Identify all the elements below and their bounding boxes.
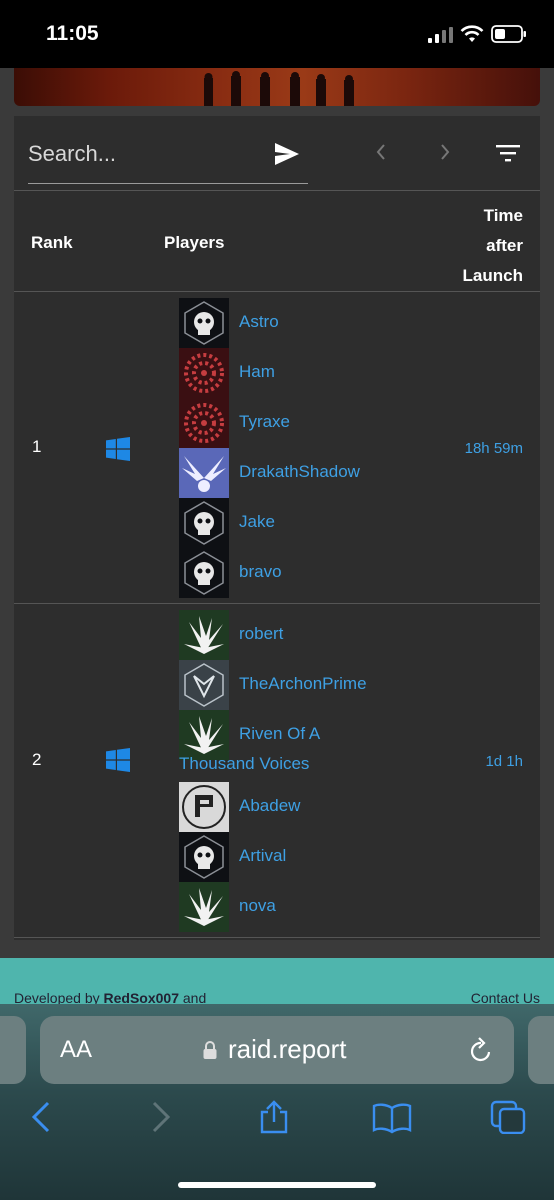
status-time: 11:05 [46, 22, 99, 45]
chevron-left-icon[interactable] [374, 142, 388, 162]
banner-figures [204, 71, 354, 106]
player-name[interactable]: Artival [239, 846, 286, 866]
url-text: raid.report [228, 1034, 347, 1064]
filter-icon[interactable] [496, 144, 520, 162]
player-name-continuation[interactable]: Thousand Voices [179, 754, 309, 774]
raid-banner-image [14, 68, 540, 106]
player-name[interactable]: Jake [239, 512, 275, 532]
lock-icon [203, 1041, 217, 1059]
player-name[interactable]: TheArchonPrime [239, 674, 367, 694]
forward-icon[interactable] [150, 1100, 172, 1134]
signal-icon [428, 27, 453, 43]
player-entry: Abadew [179, 782, 529, 832]
emblem-white-flower-icon [179, 710, 229, 760]
windows-icon [106, 748, 130, 772]
player-name[interactable]: nova [239, 896, 276, 916]
player-name[interactable]: Astro [239, 312, 279, 332]
windows-icon [106, 437, 130, 461]
header-players: Players [164, 233, 225, 252]
header-time-after-launch[interactable]: Time after Launch [443, 201, 523, 291]
back-icon[interactable] [30, 1100, 52, 1134]
player-entry: Ham [179, 348, 529, 398]
header-rank[interactable]: Rank [31, 233, 73, 253]
player-entry: bravo [179, 548, 529, 598]
emblem-skull-icon [179, 548, 229, 598]
search-box [28, 134, 308, 184]
player-entry: Riven Of A [179, 710, 529, 760]
emblem-white-flower-icon [179, 882, 229, 932]
emblem-white-flower-icon [179, 610, 229, 660]
table-header: Rank Players Time after Launch [14, 190, 540, 292]
player-entry: Artival [179, 832, 529, 882]
wifi-icon [460, 25, 484, 42]
chevron-right-icon[interactable] [438, 142, 452, 162]
emblem-archon-icon [179, 660, 229, 710]
player-name[interactable]: Tyraxe [239, 412, 290, 432]
player-entry: nova [179, 882, 529, 932]
emblem-skull-icon [179, 498, 229, 548]
bookmarks-icon[interactable] [372, 1100, 412, 1134]
player-name[interactable]: Riven Of A [239, 724, 320, 744]
search-input[interactable] [28, 134, 258, 174]
status-bar: 11:05 [0, 0, 554, 68]
address-bar[interactable]: AA raid.report [40, 1016, 514, 1084]
player-entry: robert [179, 610, 529, 660]
player-entry: DrakathShadow [179, 448, 529, 498]
table-row[interactable]: 1 18h 59m Astro Ham Tyraxe DrakathShadow… [14, 292, 540, 604]
player-entry: Jake [179, 498, 529, 548]
previous-tab-preview[interactable] [0, 1016, 26, 1084]
home-indicator [178, 1182, 376, 1188]
player-name[interactable]: robert [239, 624, 283, 644]
text-size-button[interactable]: AA [60, 1036, 92, 1064]
emblem-winged-icon [179, 448, 229, 498]
player-name[interactable]: DrakathShadow [239, 462, 360, 482]
player-name[interactable]: bravo [239, 562, 282, 582]
emblem-red-pattern-icon [179, 398, 229, 448]
share-icon[interactable] [258, 1100, 290, 1134]
rank-value: 2 [32, 750, 42, 769]
rank-value: 1 [32, 437, 42, 456]
player-entry: Astro [179, 298, 529, 348]
browser-toolbar: AA raid.report [0, 1004, 554, 1200]
emblem-skull-icon [179, 298, 229, 348]
player-entry: TheArchonPrime [179, 660, 529, 710]
emblem-f-logo-icon [179, 782, 229, 832]
reload-icon[interactable] [468, 1036, 494, 1064]
emblem-red-pattern-icon [179, 348, 229, 398]
player-name[interactable]: Ham [239, 362, 275, 382]
battery-icon [491, 25, 526, 43]
tabs-icon[interactable] [490, 1100, 526, 1134]
player-name[interactable]: Abadew [239, 796, 300, 816]
player-entry: Tyraxe [179, 398, 529, 448]
send-icon[interactable] [274, 142, 300, 166]
next-tab-preview[interactable] [528, 1016, 554, 1084]
emblem-skull-icon [179, 832, 229, 882]
table-row[interactable]: 2 1d 1h robert TheArchonPrime Riven Of A… [14, 604, 540, 938]
leaderboard-card: Rank Players Time after Launch 1 18h 59m… [14, 116, 540, 940]
